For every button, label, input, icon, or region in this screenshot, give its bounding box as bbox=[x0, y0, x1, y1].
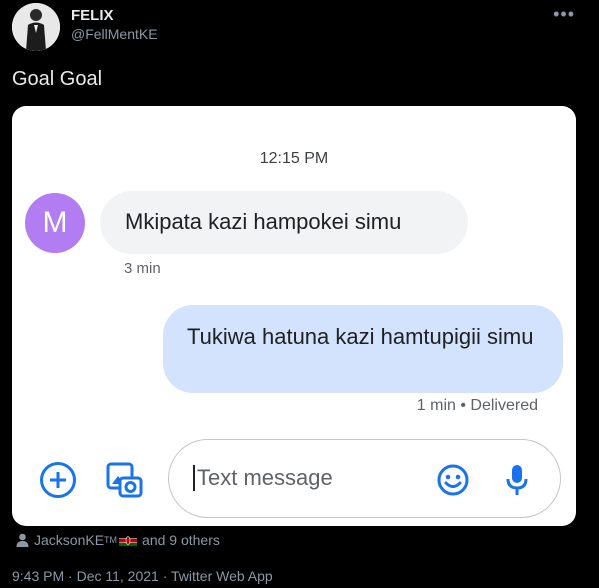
outgoing-message-meta: 1 min • Delivered bbox=[416, 397, 538, 414]
gallery-icon bbox=[104, 460, 144, 500]
message-input-placeholder: Text message bbox=[197, 465, 333, 490]
liked-by-tm: TM bbox=[104, 535, 118, 545]
tweet-meta: 9:43 PM · Dec 11, 2021 · Twitter Web App bbox=[12, 568, 273, 584]
incoming-message-bubble: Mkipata kazi hampokei simu bbox=[100, 191, 468, 254]
message-input: Text message bbox=[168, 439, 561, 518]
add-attachment-icon bbox=[40, 462, 76, 498]
incoming-message-meta: 3 min bbox=[124, 260, 161, 277]
liked-by-row[interactable]: JacksonKE TM and 9 others bbox=[16, 532, 220, 548]
display-name[interactable]: FELIX bbox=[71, 7, 114, 24]
message-timestamp: 12:15 PM bbox=[259, 150, 329, 167]
emoji-icon bbox=[436, 463, 470, 497]
tweet-text: Goal Goal bbox=[12, 68, 103, 90]
microphone-icon bbox=[504, 462, 530, 498]
liked-by-rest[interactable]: and 9 others bbox=[142, 532, 220, 548]
liked-by-user[interactable]: JacksonKE bbox=[34, 532, 104, 548]
attached-screenshot[interactable]: 12:15 PM M Mkipata kazi hampokei simu 3 … bbox=[12, 106, 576, 526]
user-handle[interactable]: @FellMentKE bbox=[71, 26, 158, 42]
outgoing-message-text: Tukiwa hatuna kazi hamtupigii simu bbox=[187, 324, 534, 349]
person-icon bbox=[16, 533, 29, 547]
profile-avatar[interactable] bbox=[12, 3, 60, 51]
kenya-flag-icon bbox=[119, 534, 138, 546]
incoming-message-text: Mkipata kazi hampokei simu bbox=[125, 209, 402, 234]
outgoing-message-bubble: Tukiwa hatuna kazi hamtupigii simu bbox=[163, 305, 563, 393]
sender-initial: M bbox=[42, 206, 68, 239]
sender-avatar: M bbox=[25, 193, 85, 253]
text-caret bbox=[193, 465, 195, 491]
more-options-icon[interactable]: ••• bbox=[553, 4, 575, 25]
